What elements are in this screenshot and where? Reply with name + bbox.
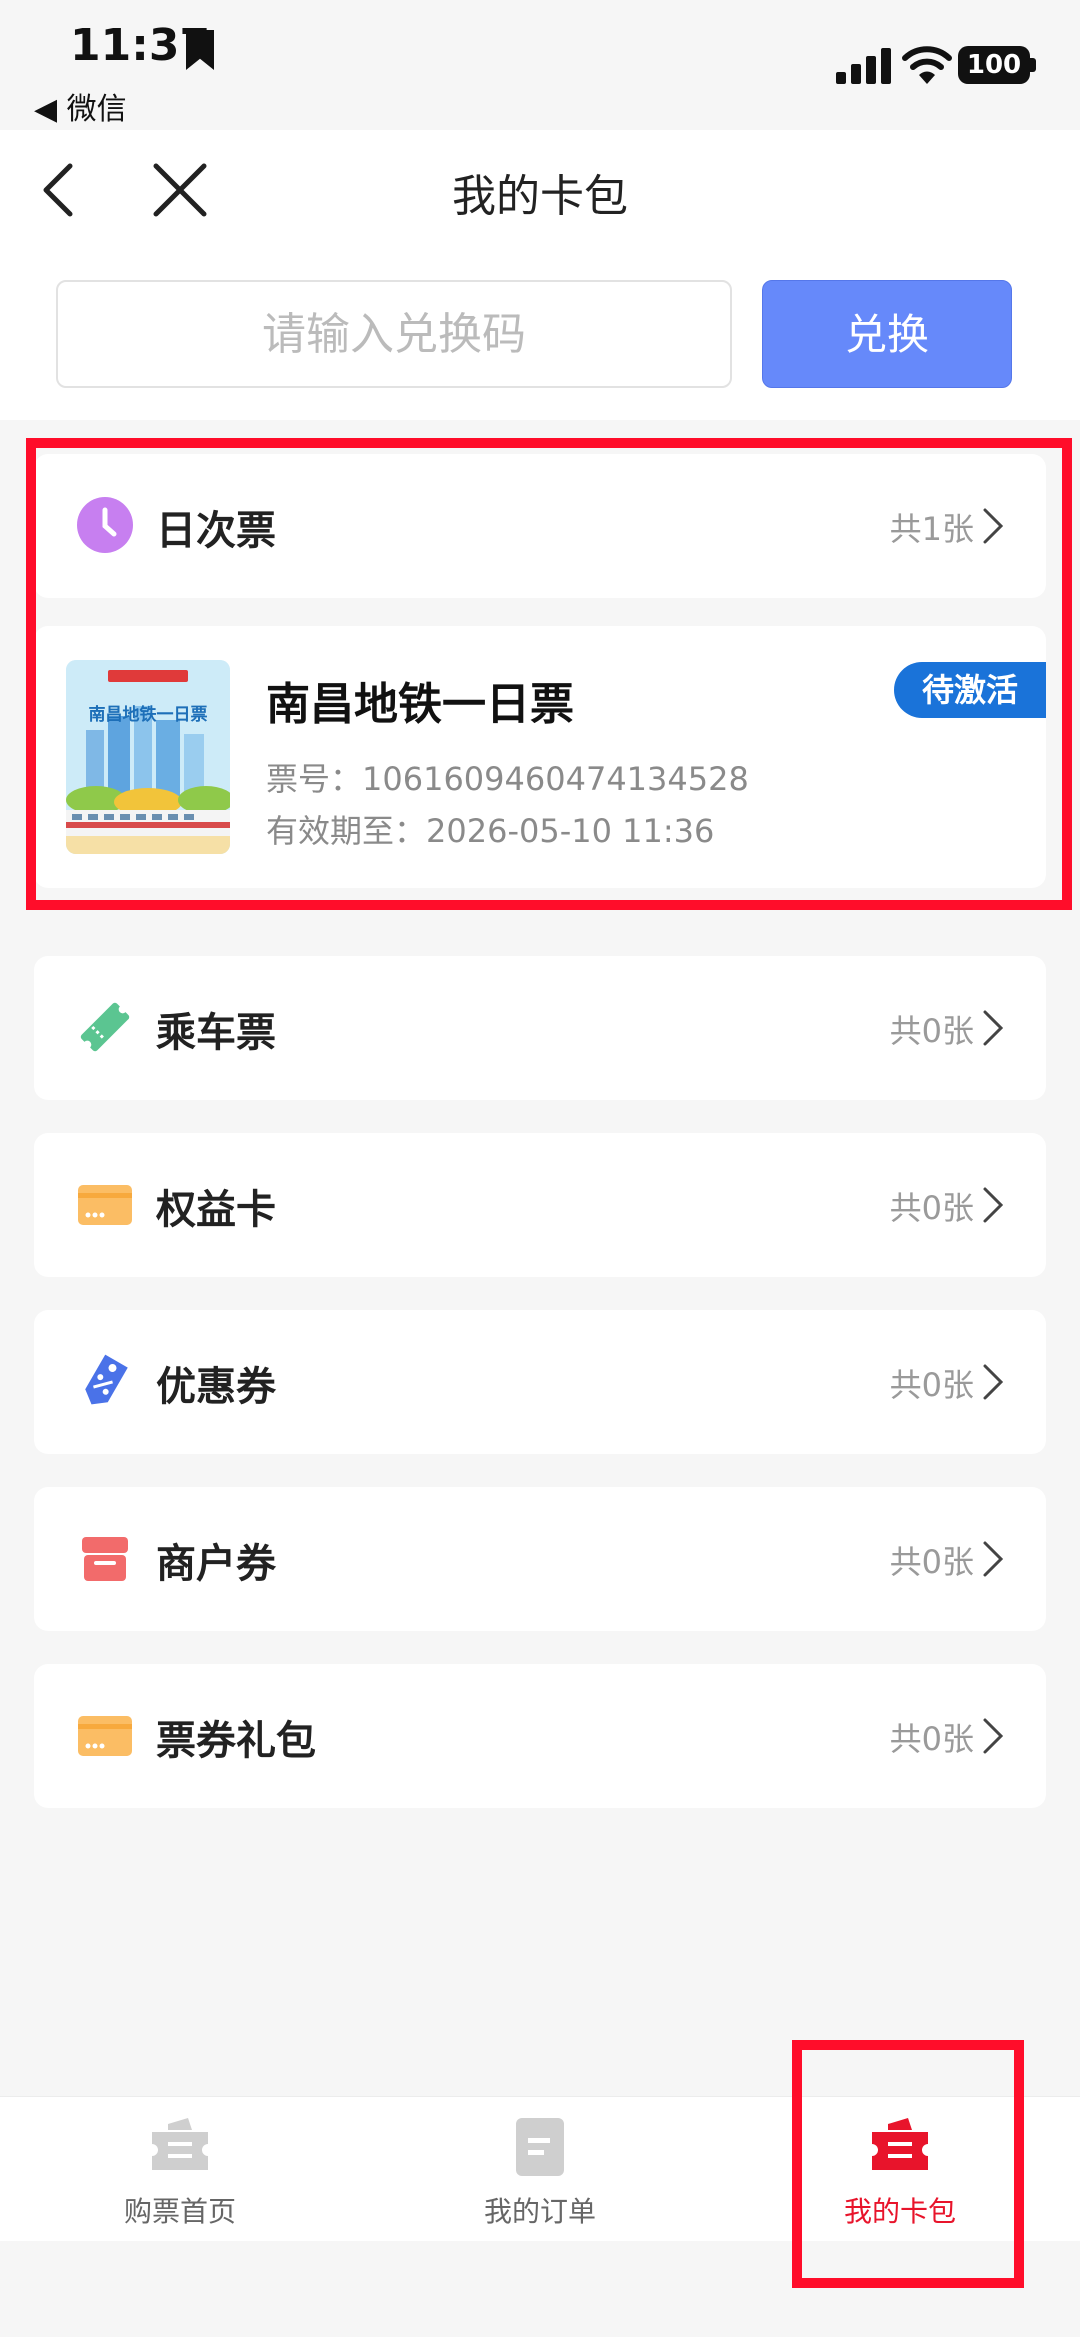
redeem-code-input[interactable] bbox=[56, 280, 732, 388]
redeem-button[interactable]: 兑换 bbox=[762, 280, 1012, 388]
tab-ticket-home[interactable]: 购票首页 bbox=[60, 2110, 300, 2230]
section-count: 共0张 bbox=[889, 1720, 974, 1758]
chevron-right-icon bbox=[983, 1364, 1004, 1400]
tab-label: 我的订单 bbox=[483, 2195, 596, 2228]
section-merchant-coupon[interactable]: 商户券 共0张 bbox=[34, 1487, 1046, 1631]
highlight-box-daily-ticket bbox=[26, 438, 1072, 910]
signal-icon bbox=[836, 44, 892, 84]
section-ticket-gift-pack[interactable]: 票券礼包 共0张 bbox=[34, 1664, 1046, 1808]
highlight-box-wallet-tab bbox=[792, 2040, 1024, 2288]
section-ride-ticket[interactable]: 乘车票 共0张 bbox=[34, 956, 1046, 1100]
section-count: 共0张 bbox=[889, 1543, 974, 1581]
ticket-home-icon bbox=[152, 2118, 208, 2170]
section-label: 乘车票 bbox=[156, 1010, 276, 1056]
tag-icon bbox=[85, 1354, 128, 1405]
section-benefit-card[interactable]: 权益卡 共0张 bbox=[34, 1133, 1046, 1277]
tab-my-orders[interactable]: 我的订单 bbox=[420, 2110, 660, 2230]
battery-tip bbox=[1030, 58, 1036, 72]
section-count: 共0张 bbox=[889, 1189, 974, 1227]
section-count: 共0张 bbox=[889, 1366, 974, 1404]
chevron-right-icon bbox=[983, 1541, 1004, 1577]
chevron-right-icon bbox=[983, 1718, 1004, 1754]
order-icon bbox=[516, 2118, 564, 2176]
card-icon bbox=[78, 1185, 132, 1225]
section-label: 商户券 bbox=[156, 1541, 276, 1587]
tab-label: 购票首页 bbox=[123, 2195, 236, 2228]
section-coupon[interactable]: 优惠券 共0张 bbox=[34, 1310, 1046, 1454]
wifi-icon bbox=[902, 46, 952, 84]
battery-indicator: 100 bbox=[958, 46, 1030, 84]
section-label: 优惠券 bbox=[156, 1364, 276, 1410]
chevron-right-icon bbox=[983, 1187, 1004, 1223]
chevron-right-icon bbox=[983, 1010, 1004, 1046]
ticket-icon bbox=[80, 1002, 130, 1052]
page-title: 我的卡包 bbox=[452, 171, 628, 222]
store-icon bbox=[82, 1537, 128, 1581]
section-count: 共0张 bbox=[889, 1012, 974, 1050]
section-label: 票券礼包 bbox=[156, 1718, 316, 1764]
gift-card-icon bbox=[78, 1716, 132, 1756]
section-label: 权益卡 bbox=[156, 1187, 276, 1233]
back-to-wechat[interactable]: ◀ 微信 bbox=[34, 84, 127, 128]
